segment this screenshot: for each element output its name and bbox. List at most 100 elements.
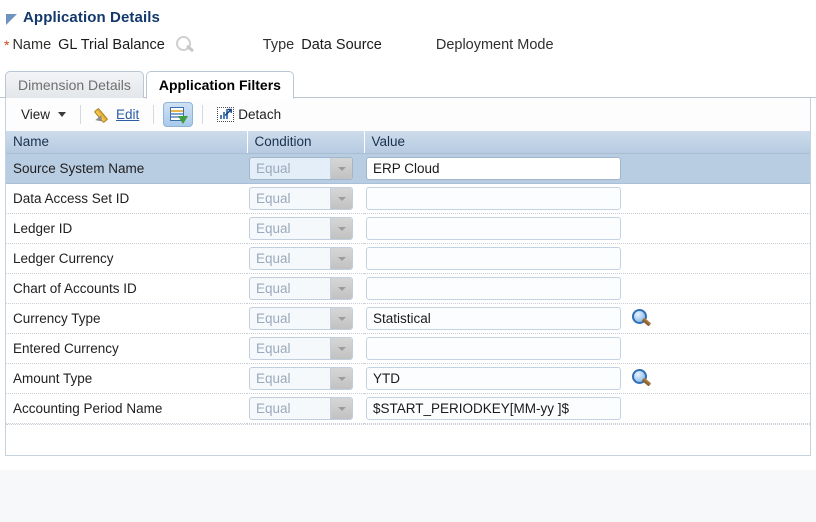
application-filters-table: Name Condition Value Source System NameE…: [5, 131, 811, 456]
cell-condition: Equal: [247, 334, 364, 364]
toolbar-divider: [80, 105, 81, 124]
column-header-name[interactable]: Name: [6, 131, 247, 154]
filter-value-input[interactable]: [366, 277, 621, 300]
table-row[interactable]: Chart of Accounts IDEqual: [6, 274, 810, 304]
filter-value-input[interactable]: [366, 247, 621, 270]
toolbar-divider: [153, 105, 154, 124]
detach-icon: ↗: [217, 107, 234, 122]
filter-value-input[interactable]: [366, 337, 621, 360]
condition-select[interactable]: Equal: [249, 367, 353, 390]
chevron-down-icon[interactable]: [330, 398, 352, 419]
cell-value: YTD: [364, 364, 810, 394]
condition-select[interactable]: Equal: [249, 277, 353, 300]
table-header-row: Name Condition Value: [6, 131, 810, 154]
condition-select[interactable]: Equal: [249, 337, 353, 360]
condition-select-value: Equal: [250, 338, 330, 359]
condition-select-value: Equal: [250, 368, 330, 389]
condition-select[interactable]: Equal: [249, 247, 353, 270]
chevron-down-icon[interactable]: [330, 368, 352, 389]
filter-name-label: Ledger ID: [6, 221, 247, 236]
table-row[interactable]: Entered CurrencyEqual: [6, 334, 810, 364]
tab-dimension-details[interactable]: Dimension Details: [5, 71, 144, 98]
cell-value: Statistical: [364, 304, 810, 334]
condition-select[interactable]: Equal: [249, 307, 353, 330]
filter-value-input[interactable]: ERP Cloud: [366, 157, 621, 180]
condition-select[interactable]: Equal: [249, 157, 353, 180]
cell-condition: Equal: [247, 304, 364, 334]
panel-header: Application Details: [0, 0, 816, 30]
cell-name: Currency Type: [6, 304, 247, 334]
table-row[interactable]: Ledger IDEqual: [6, 214, 810, 244]
triangle-expanded-icon[interactable]: [6, 14, 17, 25]
chevron-down-icon[interactable]: [330, 248, 352, 269]
cell-condition: Equal: [247, 184, 364, 214]
table-row[interactable]: Accounting Period NameEqual $START_PERIOD…: [6, 394, 810, 424]
cell-value: [364, 244, 810, 274]
table-filter-icon: [170, 107, 187, 123]
tab-application-filters[interactable]: Application Filters: [146, 71, 294, 99]
name-value: GL Trial Balance: [58, 37, 165, 53]
column-header-value[interactable]: Value: [364, 131, 810, 154]
query-by-example-button[interactable]: [163, 102, 193, 127]
filter-name-label: Amount Type: [6, 371, 247, 386]
condition-select-value: Equal: [250, 308, 330, 329]
chevron-down-icon[interactable]: [330, 278, 352, 299]
tab-application-filters-label: Application Filters: [159, 77, 281, 93]
table-empty-area: [6, 424, 810, 455]
chevron-down-icon: [58, 112, 66, 117]
column-header-condition[interactable]: Condition: [247, 131, 364, 154]
search-icon[interactable]: [631, 309, 653, 329]
edit-button[interactable]: Edit: [90, 104, 144, 125]
condition-select[interactable]: Equal: [249, 397, 353, 420]
cell-condition: Equal: [247, 214, 364, 244]
cell-name: Chart of Accounts ID: [6, 274, 247, 304]
cell-value: [364, 334, 810, 364]
page-title: Application Details: [23, 9, 160, 26]
filter-name-label: Accounting Period Name: [6, 401, 247, 416]
filter-value-input[interactable]: YTD: [366, 367, 621, 390]
cell-condition: Equal: [247, 154, 364, 184]
filter-name-label: Entered Currency: [6, 341, 247, 356]
detach-button-label: Detach: [238, 107, 281, 122]
table-row[interactable]: Currency TypeEqual Statistical: [6, 304, 810, 334]
table-row[interactable]: Amount TypeEqual YTD: [6, 364, 810, 394]
search-icon[interactable]: [631, 369, 653, 389]
toolbar-divider: [202, 105, 203, 124]
filter-name-label: Chart of Accounts ID: [6, 281, 247, 296]
filter-value-input[interactable]: $START_PERIODKEY[MM-yy ]$: [366, 397, 621, 420]
chevron-down-icon[interactable]: [330, 338, 352, 359]
condition-select[interactable]: Equal: [249, 187, 353, 210]
tab-bar: Dimension Details Application Filters: [0, 69, 816, 98]
filter-value-input[interactable]: [366, 217, 621, 240]
cell-condition: Equal: [247, 274, 364, 304]
chevron-down-icon[interactable]: [330, 158, 352, 179]
chevron-down-icon[interactable]: [330, 188, 352, 209]
cell-name: Amount Type: [6, 364, 247, 394]
condition-select-value: Equal: [250, 248, 330, 269]
cell-value: [364, 274, 810, 304]
cell-condition: Equal: [247, 364, 364, 394]
filter-name-label: Ledger Currency: [6, 251, 247, 266]
required-marker: *: [4, 38, 9, 52]
condition-select[interactable]: Equal: [249, 217, 353, 240]
filter-name-label: Data Access Set ID: [6, 191, 247, 206]
cell-name: Source System Name: [6, 154, 247, 184]
table-row[interactable]: Ledger CurrencyEqual: [6, 244, 810, 274]
filter-value-input[interactable]: [366, 187, 621, 210]
chevron-down-icon[interactable]: [330, 308, 352, 329]
chevron-down-icon[interactable]: [330, 218, 352, 239]
condition-select-value: Equal: [250, 188, 330, 209]
table-toolbar: View Edit ↗ Detach: [5, 98, 811, 131]
cell-value: ERP Cloud: [364, 154, 810, 184]
cell-name: Ledger ID: [6, 214, 247, 244]
view-menu-label: View: [21, 107, 50, 122]
pencil-icon: [95, 106, 112, 123]
detach-button[interactable]: ↗ Detach: [212, 105, 286, 124]
table-row[interactable]: Source System NameEqual ERP Cloud: [6, 154, 810, 184]
filter-value-input[interactable]: Statistical: [366, 307, 621, 330]
filter-name-label: Source System Name: [6, 161, 247, 176]
cell-condition: Equal: [247, 394, 364, 424]
cell-name: Entered Currency: [6, 334, 247, 364]
view-menu-button[interactable]: View: [16, 105, 71, 124]
table-row[interactable]: Data Access Set IDEqual: [6, 184, 810, 214]
